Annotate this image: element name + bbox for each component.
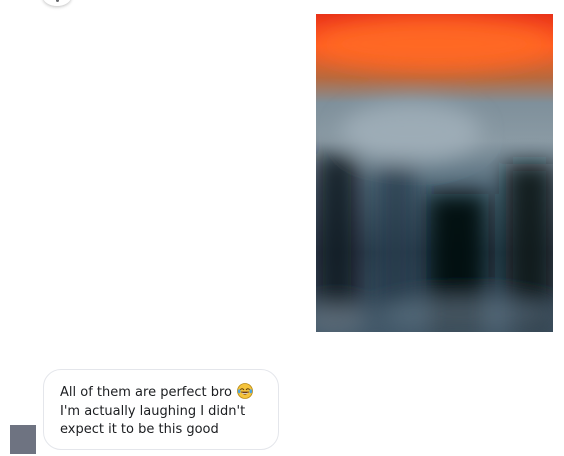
blurred-photo-image [316, 14, 553, 332]
avatar[interactable] [10, 425, 36, 454]
incoming-message-bubble[interactable]: All of them are perfect bro I'm actually… [43, 369, 279, 450]
more-options-button[interactable] [43, 0, 71, 6]
photo-attachment[interactable] [316, 14, 553, 332]
message-line-text: All of them are perfect bro [60, 385, 233, 400]
chat-thread: All of them are perfect bro I'm actually… [0, 0, 564, 456]
laughing-with-tears-emoji-icon [237, 383, 254, 399]
message-line: I'm actually laughing I didn't [60, 403, 246, 419]
more-dots-icon [55, 0, 59, 2]
message-line: All of them are perfect bro [60, 383, 264, 403]
message-line: expect it to be this good [60, 422, 219, 437]
